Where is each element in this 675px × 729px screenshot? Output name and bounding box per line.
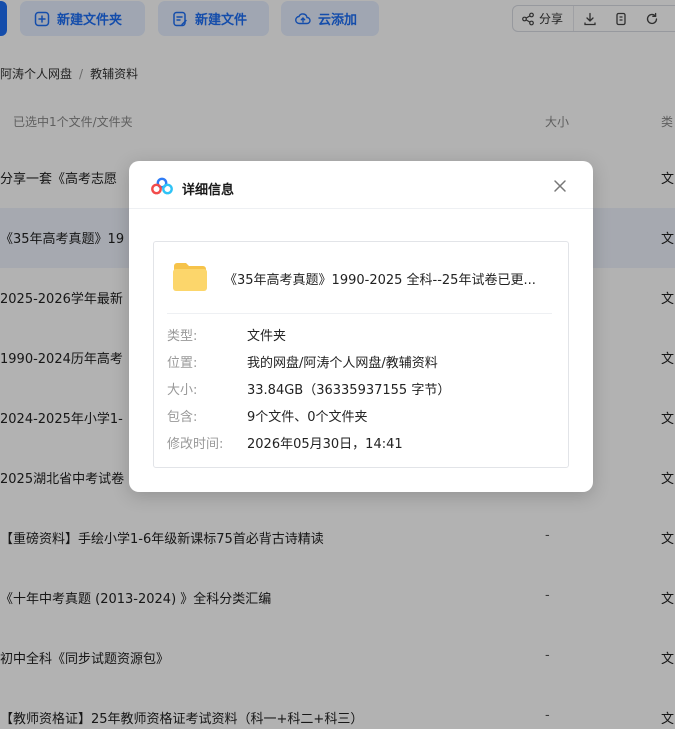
dialog-title: 详细信息 [182,183,235,198]
details-panel: 《35年高考真题》1990-2025 全科--25年试卷已更... 类型: 文件… [153,241,569,468]
close-icon[interactable] [553,179,567,193]
baidu-netdisk-logo [151,177,173,195]
info-value: 文件夹 [247,329,287,344]
dialog-header: 详细信息 [129,161,593,209]
info-value: 我的网盘/阿涛个人网盘/教辅资料 [247,356,438,371]
divider [167,313,552,314]
folder-icon [173,263,207,291]
file-name-title: 《35年高考真题》1990-2025 全科--25年试卷已更... [224,273,536,288]
info-label: 包含: [167,410,198,425]
info-label: 位置: [167,356,198,371]
info-value: 9个文件、0个文件夹 [247,410,368,425]
info-value: 33.84GB（36335937155 字节） [247,383,451,398]
info-label: 类型: [167,329,198,344]
details-dialog: 详细信息 《35年高考真题》1990-2025 全科--25年试卷已更... 类… [129,161,593,492]
info-label: 大小: [167,383,198,398]
info-label: 修改时间: [167,437,224,452]
info-value: 2026年05月30日，14:41 [247,437,403,452]
